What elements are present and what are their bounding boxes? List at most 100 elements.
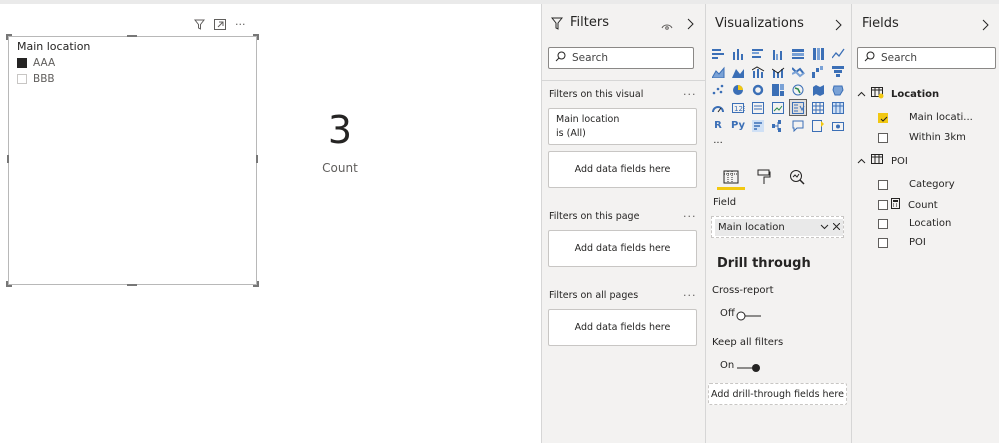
- cross-report-toggle[interactable]: [736, 307, 762, 326]
- chevron-right-icon[interactable]: [686, 15, 694, 34]
- checkbox-icon[interactable]: [878, 200, 888, 210]
- line-clustered-column-icon[interactable]: [770, 64, 786, 79]
- more-options-icon[interactable]: ···: [683, 210, 697, 223]
- checkbox-icon[interactable]: [878, 179, 888, 190]
- filled-map-icon[interactable]: [810, 82, 826, 97]
- table-row-location[interactable]: Location: [857, 87, 939, 102]
- resize-handle[interactable]: [6, 34, 8, 40]
- checkbox-icon[interactable]: [878, 237, 888, 248]
- filter-icon[interactable]: [193, 15, 206, 34]
- shape-map-icon[interactable]: [830, 82, 846, 97]
- field-item[interactable]: Main locati...: [878, 112, 973, 123]
- chevron-right-icon[interactable]: [981, 16, 989, 35]
- more-visuals-icon[interactable]: ···: [710, 136, 726, 151]
- more-options-icon[interactable]: ···: [235, 18, 246, 31]
- checkbox-icon[interactable]: [878, 132, 888, 143]
- checkbox-icon[interactable]: [878, 218, 888, 229]
- field-name: POI: [909, 237, 926, 248]
- keep-all-filters-toggle[interactable]: [736, 359, 762, 378]
- r-visual-icon[interactable]: R: [710, 118, 726, 133]
- field-item[interactable]: POI: [878, 237, 926, 248]
- add-data-fields-all-pages[interactable]: Add data fields here: [548, 309, 697, 346]
- table-icon: [871, 87, 884, 102]
- decomposition-tree-icon[interactable]: [770, 118, 786, 133]
- resize-handle[interactable]: [257, 281, 259, 287]
- table-name: Location: [891, 89, 940, 100]
- field-item[interactable]: Category: [878, 179, 955, 190]
- smart-narrative-icon[interactable]: [810, 118, 826, 133]
- resize-handle[interactable]: [127, 284, 137, 286]
- visual-type-gallery: 123 R Py ···: [710, 46, 848, 153]
- multi-row-card-icon[interactable]: [750, 100, 766, 115]
- field-item[interactable]: Within 3km: [878, 132, 966, 143]
- treemap-icon[interactable]: [770, 82, 786, 97]
- checkbox-checked-icon[interactable]: [17, 58, 27, 68]
- funnel-chart-icon[interactable]: [830, 64, 846, 79]
- resize-handle[interactable]: [127, 35, 137, 37]
- resize-handle[interactable]: [256, 155, 258, 163]
- donut-chart-icon[interactable]: [750, 82, 766, 97]
- card-value: 3: [327, 108, 353, 152]
- resize-handle[interactable]: [6, 281, 8, 287]
- slicer-item[interactable]: BBB: [17, 72, 55, 86]
- table-icon[interactable]: [810, 100, 826, 115]
- slicer-item[interactable]: AAA: [17, 56, 55, 70]
- analytics-magnifier-icon[interactable]: [786, 166, 808, 188]
- filters-search-input[interactable]: Search: [548, 47, 694, 69]
- field-item[interactable]: Location: [878, 218, 951, 229]
- fields-search-input[interactable]: Search: [857, 47, 996, 69]
- slicer-icon[interactable]: [789, 99, 807, 116]
- python-visual-icon[interactable]: Py: [730, 118, 746, 133]
- checkbox-icon[interactable]: [17, 74, 27, 84]
- gauge-icon[interactable]: [710, 100, 726, 115]
- key-influencers-icon[interactable]: [750, 118, 766, 133]
- checkbox-checked-icon[interactable]: [878, 112, 888, 123]
- chevron-up-icon[interactable]: [857, 89, 866, 100]
- add-drill-through-fields[interactable]: Add drill-through fields here: [708, 383, 847, 405]
- resize-handle[interactable]: [257, 34, 259, 40]
- stacked-bar-chart-icon[interactable]: [710, 46, 726, 61]
- field-pill[interactable]: Main location: [715, 218, 843, 236]
- more-options-icon[interactable]: ···: [683, 289, 697, 302]
- search-icon: [555, 51, 566, 65]
- clustered-column-chart-icon[interactable]: [770, 46, 786, 61]
- eye-icon[interactable]: [661, 17, 673, 36]
- waterfall-chart-icon[interactable]: [810, 64, 826, 79]
- resize-handle[interactable]: [7, 155, 9, 163]
- matrix-icon[interactable]: [830, 100, 846, 115]
- clustered-bar-chart-icon[interactable]: [750, 46, 766, 61]
- chevron-right-icon[interactable]: [834, 16, 842, 35]
- paginated-report-icon[interactable]: [830, 118, 846, 133]
- add-data-fields-visual[interactable]: Add data fields here: [548, 151, 697, 188]
- stacked-area-chart-icon[interactable]: [730, 64, 746, 79]
- area-chart-icon[interactable]: [710, 64, 726, 79]
- filter-card-main-location[interactable]: Main location is (All): [548, 108, 697, 145]
- ribbon-chart-icon[interactable]: [790, 64, 806, 79]
- fields-tab-icon[interactable]: [720, 166, 742, 188]
- fields-title: Fields: [862, 16, 899, 31]
- line-column-chart-icon[interactable]: [750, 64, 766, 79]
- format-paint-roller-icon[interactable]: [753, 166, 775, 188]
- kpi-icon[interactable]: [770, 100, 786, 115]
- more-options-icon[interactable]: ···: [683, 88, 697, 101]
- focus-mode-icon[interactable]: [214, 15, 226, 34]
- card-visual-icon[interactable]: 123: [730, 100, 746, 115]
- keep-all-filters-label: Keep all filters: [712, 337, 784, 348]
- stacked-column-chart-icon[interactable]: [730, 46, 746, 61]
- map-icon[interactable]: [790, 82, 806, 97]
- pie-chart-icon[interactable]: [730, 82, 746, 97]
- field-well[interactable]: Main location: [711, 216, 844, 238]
- 100-column-chart-icon[interactable]: [810, 46, 826, 61]
- close-icon[interactable]: [832, 222, 841, 233]
- filters-pane: [541, 4, 705, 443]
- 100-bar-chart-icon[interactable]: [790, 46, 806, 61]
- chevron-down-icon[interactable]: [820, 222, 829, 233]
- divider: [541, 80, 705, 81]
- chevron-up-icon[interactable]: [857, 156, 866, 167]
- scatter-chart-icon[interactable]: [710, 82, 726, 97]
- table-row-poi[interactable]: POI: [857, 154, 908, 168]
- qa-icon[interactable]: [790, 118, 806, 133]
- line-chart-icon[interactable]: [830, 46, 846, 61]
- field-item[interactable]: Count: [878, 198, 938, 212]
- add-data-fields-page[interactable]: Add data fields here: [548, 230, 697, 267]
